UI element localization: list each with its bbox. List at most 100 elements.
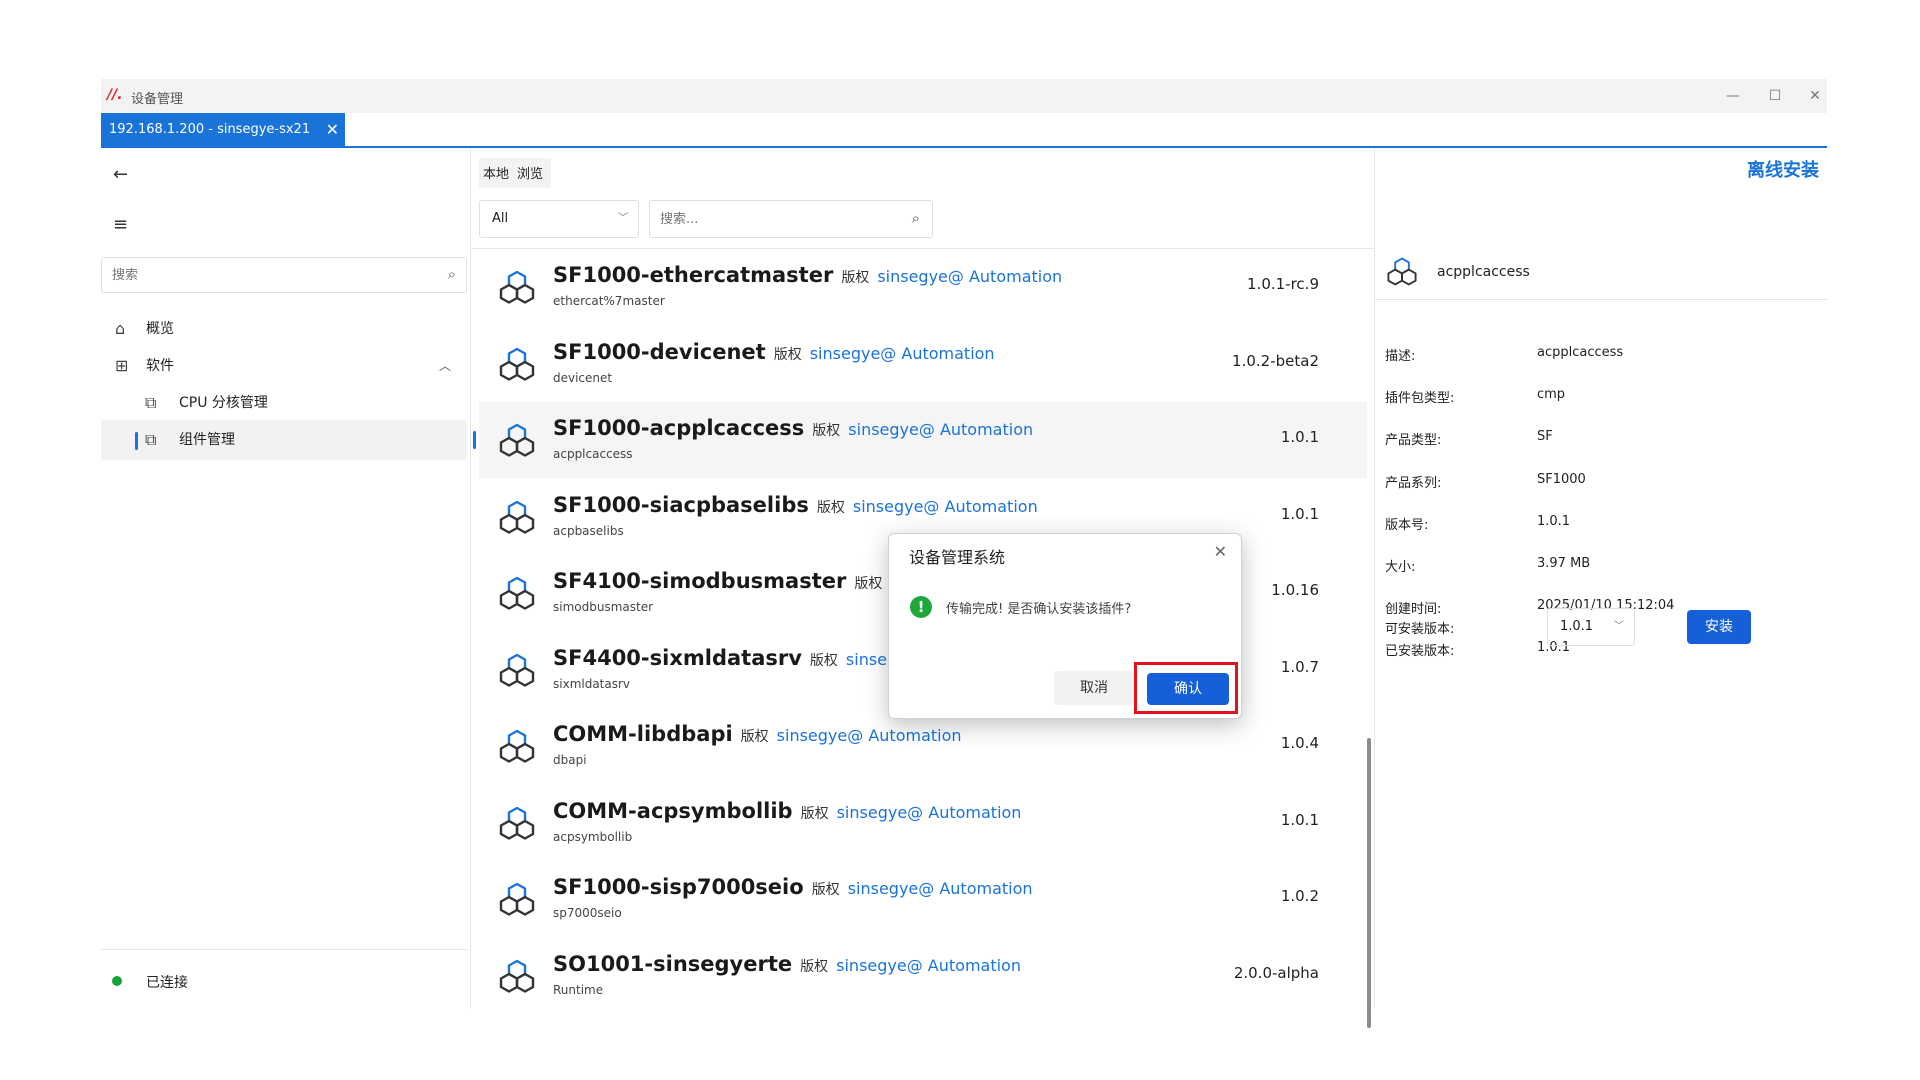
publisher-link[interactable]: sinsegye@ Automation [837,803,1022,822]
package-row[interactable]: SO1001-sinsegyerte 版权 sinsegye@ Automation… [479,938,1367,1014]
package-subtitle: simodbusmaster [553,600,654,614]
field-label: 大小: [1385,560,1416,575]
publisher-link[interactable]: sinsegye@ Automation [848,420,1033,439]
package-row[interactable]: COMM-libdbapi 版权 sinsegye@ Automation dbapi… [479,708,1367,784]
detail-field-row: 版本号: 1.0.1 [1385,514,1825,534]
app-window: //. 设备管理 — ☐ ✕ 192.168.1.200 - sinsegye-… [101,79,1829,1028]
detail-field-row: 产品类型: SF [1385,429,1825,449]
home-icon: ⌂ [115,319,126,338]
field-label: 描述: [1385,349,1416,364]
package-subtitle: dbapi [553,753,587,767]
package-name: SF1000-siacpbaselibs [553,492,809,517]
highlight-box: 确认 [1134,662,1238,714]
close-icon[interactable]: ✕ [1214,542,1227,561]
field-value: SF [1537,429,1553,445]
version-select[interactable]: 1.0.1 ﹀ [1547,608,1635,646]
package-search: ⌕ [649,200,933,238]
back-arrow-icon[interactable]: ← [113,164,128,185]
detail-field-row: 大小: 3.97 MB [1385,556,1825,576]
grid-icon: ⊞ [115,356,129,375]
package-title: SF1000-devicenet 版权 sinsegye@ Automation [553,340,995,364]
chevron-down-icon: ﹀ [618,213,628,224]
chevron-up-icon[interactable]: ︿ [439,346,451,386]
package-title: SF1000-acpplcaccess 版权 sinsegye@ Automatio… [553,416,1033,440]
field-label: 已安装版本: [1385,644,1455,660]
tab-bar: 192.168.1.200 - sinsegye-sx21 ✕ [101,113,1827,148]
tab-browse[interactable]: 浏览 [517,163,543,182]
package-subtitle: acpsymbollib [553,829,633,844]
field-value: cmp [1537,387,1566,403]
copyright-label: 版权 [841,270,870,286]
app-logo: //. [107,87,123,103]
package-icon [499,729,535,763]
scrollbar[interactable] [1367,738,1371,1028]
copyright-label: 版权 [811,882,840,898]
close-window-button[interactable]: ✕ [1801,83,1829,109]
type-filter-select[interactable]: All ﹀ [479,200,639,238]
dialog-title: 设备管理系统 [909,548,1006,567]
tab-label: 192.168.1.200 - sinsegye-sx21 [109,122,311,137]
puzzle-icon: ⧉ [145,393,157,412]
sidebar-item-component-mgmt[interactable]: ⧉ 组件管理 [101,420,467,460]
package-name: SF4100-simodbusmaster [553,569,847,593]
publisher-link[interactable]: sinsegye@ Automation [836,956,1021,975]
sidebar-item-label: 软件 [146,358,174,374]
package-title: SF1000-siacpbaselibs 版权 sinsegye@ Automati… [553,493,1038,517]
package-version: 1.0.7 [1280,657,1319,676]
view-tabs: 本地 浏览 [479,158,551,188]
window-title: 设备管理 [131,92,184,107]
copyright-label: 版权 [812,423,841,439]
package-icon [499,500,535,534]
package-row[interactable]: SF1000-acpplcaccess 版权 sinsegye@ Automatio… [473,402,1367,478]
status-label: 已连接 [146,975,188,991]
field-label: 可安装版本: [1385,622,1455,637]
package-title: COMM-acpsymbollib 版权 sinsegye@ Automation [553,799,1021,823]
cancel-button[interactable]: 取消 [1054,671,1134,705]
publisher-link[interactable]: sinsegye@ Automation [853,497,1038,516]
tab-device[interactable]: 192.168.1.200 - sinsegye-sx21 ✕ [101,113,345,146]
field-label: 插件包类型: [1385,391,1455,407]
sidebar-search-input[interactable] [102,258,422,292]
package-row[interactable]: COMM-acpsymbollib 版权 sinsegye@ Automation a… [479,785,1367,861]
publisher-link[interactable]: sinsegye@ Automation [777,726,962,745]
search-icon[interactable]: ⌕ [912,209,920,227]
publisher-link[interactable]: sinsegye@ Automation [877,267,1062,286]
sidebar-item-cpu-core[interactable]: ⧉ CPU 分核管理 [101,383,467,423]
package-name: SF1000-acpplcaccess [553,416,805,440]
copyright-label: 版权 [740,729,769,745]
field-value: SF1000 [1537,471,1586,487]
copyright-label: 版权 [816,499,845,516]
package-search-input[interactable] [650,201,890,237]
sidebar-item-software[interactable]: ⊞ 软件 ︿ [101,346,467,386]
sidebar-item-overview[interactable]: ⌂ 概览 [101,309,467,349]
package-title: SF1000-sisp7000seio 版权 sinsegye@ Automatio… [553,875,1033,899]
success-icon: ! [910,596,932,618]
minimize-button[interactable]: — [1719,83,1747,109]
hamburger-menu-icon[interactable]: ≡ [113,214,128,235]
field-value: 3.97 MB [1537,556,1591,571]
publisher-link[interactable]: sinsegye@ Automation [848,879,1033,898]
details-header: acpplcaccess [1375,248,1828,300]
details-panel: 离线安装 acpplcaccess 描述: acpplcaccess 插件包类型: c… [1374,148,1828,1009]
publisher-link[interactable]: sinsegye@ Automation [810,344,995,363]
field-value: acpplcaccess [1537,345,1624,360]
version-value: 1.0.1 [1560,619,1594,634]
package-version: 1.0.4 [1280,734,1319,752]
detail-field-row: 产品系列: SF1000 [1385,472,1825,492]
tab-local[interactable]: 本地 [483,163,509,182]
maximize-button[interactable]: ☐ [1761,83,1789,109]
package-subtitle: sixmldatasrv [553,676,631,691]
package-row[interactable]: SF1000-sisp7000seio 版权 sinsegye@ Automatio… [479,861,1367,937]
package-row[interactable]: SF1000-devicenet 版权 sinsegye@ Automation de… [479,326,1367,402]
package-icon [499,653,535,687]
copyright-label: 版权 [773,346,802,363]
tab-close-icon[interactable]: ✕ [326,113,339,146]
offline-install-link[interactable]: 离线安装 [1747,156,1819,182]
install-button[interactable]: 安装 [1687,610,1751,644]
search-icon[interactable]: ⌕ [448,265,456,283]
status-dot-icon [112,976,122,986]
confirm-button[interactable]: 确认 [1147,673,1229,705]
package-version: 1.0.16 [1271,581,1319,599]
package-row[interactable]: SF1000-ethercatmaster 版权 sinsegye@ Automat… [479,249,1367,325]
package-icon [499,806,535,840]
